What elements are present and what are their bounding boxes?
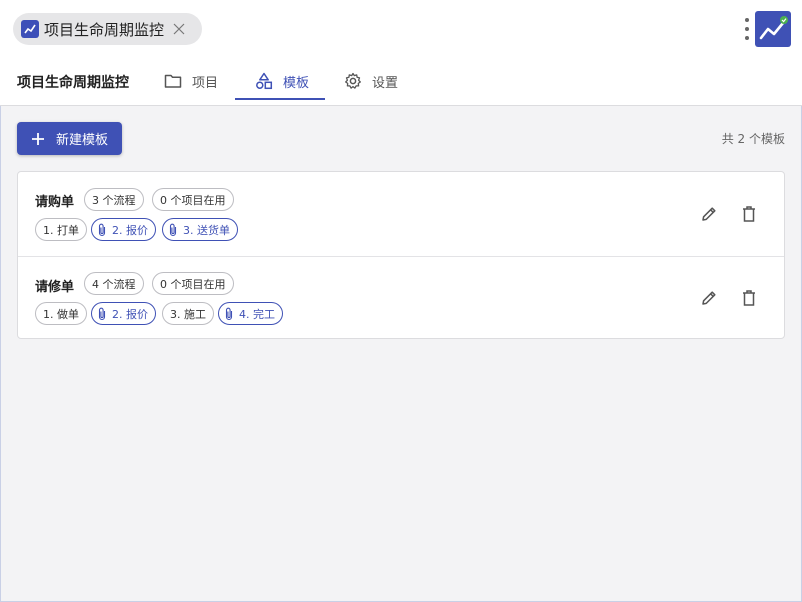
new-template-label: 新建模板 (56, 133, 109, 148)
flow-count-badge: 3 个流程 (84, 188, 144, 211)
edit-icon[interactable] (697, 202, 721, 226)
step-label: 2. 报价 (112, 223, 148, 237)
paperclip-icon (98, 307, 106, 320)
flow-count-badge: 4 个流程 (84, 272, 144, 295)
plus-icon (32, 132, 44, 145)
tab-settings-label: 设置 (372, 75, 399, 91)
template-name: 请购单 (35, 195, 75, 210)
paperclip-icon (225, 307, 233, 320)
template-row: 请修单 4 个流程 0 个项目在用 1. 做单 2. 报价 3. 施工 4. 完… (18, 256, 784, 339)
tab-projects[interactable]: 项目 (164, 60, 218, 102)
delete-icon[interactable] (737, 286, 761, 310)
step-chip: 3. 施工 (162, 302, 214, 325)
step-chip: 1. 打单 (35, 218, 87, 241)
tab-templates[interactable]: 模板 (255, 60, 309, 102)
top-bar: 项目生命周期监控 (0, 0, 802, 60)
gear-icon (345, 72, 361, 89)
shapes-icon (256, 72, 273, 90)
main-nav: 项目生命周期监控 项目 模板 设置 (0, 60, 802, 106)
close-icon[interactable] (171, 21, 187, 37)
step-label: 2. 报价 (112, 307, 148, 321)
more-options-icon[interactable] (740, 16, 754, 42)
paperclip-icon (169, 223, 177, 236)
step-chip-attachment[interactable]: 4. 完工 (218, 302, 283, 325)
paperclip-icon (98, 223, 106, 236)
step-label: 1. 打单 (43, 223, 79, 237)
folder-icon (164, 74, 182, 88)
edit-icon[interactable] (697, 286, 721, 310)
template-count: 共 2 个模板 (721, 132, 785, 146)
step-chip-attachment[interactable]: 2. 报价 (91, 302, 156, 325)
step-label: 4. 完工 (239, 307, 275, 321)
step-chip: 1. 做单 (35, 302, 87, 325)
step-label: 3. 施工 (170, 307, 206, 321)
in-use-badge: 0 个项目在用 (152, 272, 234, 295)
app-tab-label: 项目生命周期监控 (44, 20, 165, 39)
active-tab-indicator (235, 98, 325, 100)
page-title: 项目生命周期监控 (17, 75, 129, 91)
app-logo (755, 11, 791, 47)
tab-projects-label: 项目 (192, 75, 219, 91)
new-template-button[interactable]: 新建模板 (17, 122, 122, 155)
step-label: 3. 送货单 (183, 223, 230, 237)
template-name: 请修单 (35, 280, 75, 295)
template-list: 请购单 3 个流程 0 个项目在用 1. 打单 2. 报价 3. 送货单 请修单… (17, 171, 785, 339)
step-chip-attachment[interactable]: 2. 报价 (91, 218, 156, 241)
tab-settings[interactable]: 设置 (344, 60, 398, 102)
step-chip-attachment[interactable]: 3. 送货单 (162, 218, 238, 241)
in-use-badge: 0 个项目在用 (152, 188, 234, 211)
step-label: 1. 做单 (43, 307, 79, 321)
app-tab-chip[interactable]: 项目生命周期监控 (13, 13, 202, 45)
delete-icon[interactable] (737, 202, 761, 226)
trend-chart-icon (21, 20, 39, 38)
tab-templates-label: 模板 (283, 75, 310, 91)
template-row: 请购单 3 个流程 0 个项目在用 1. 打单 2. 报价 3. 送货单 (18, 172, 784, 255)
